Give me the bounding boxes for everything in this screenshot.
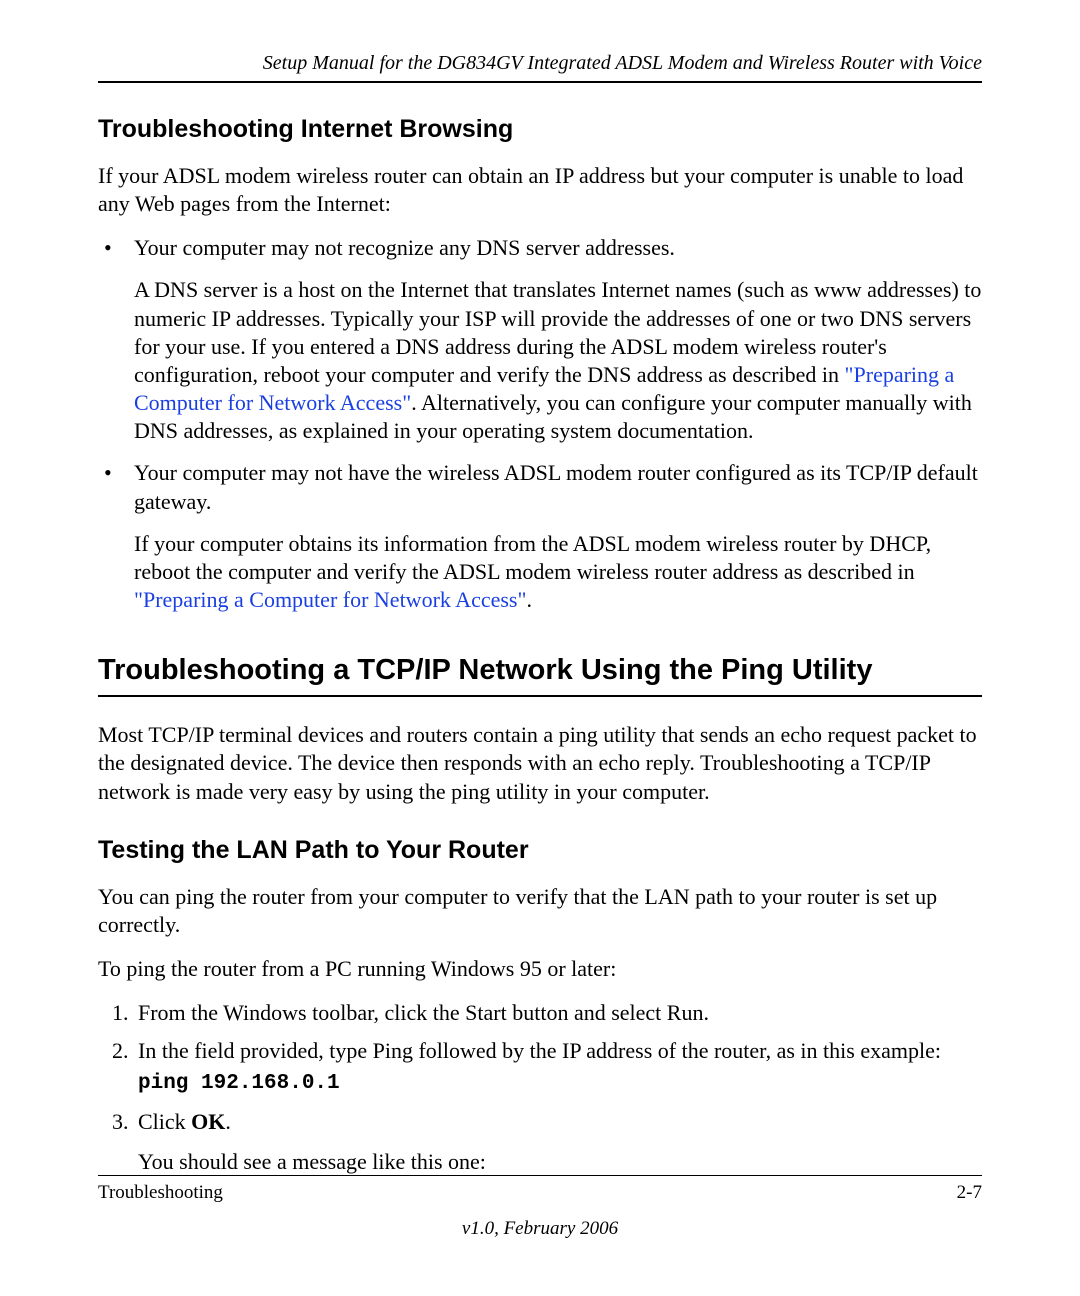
ping-command-code: ping 192.168.0.1 xyxy=(138,1071,982,1098)
detail-text-after: . xyxy=(526,587,532,612)
lan-intro-paragraph: You can ping the router from your comput… xyxy=(98,883,982,939)
bullet-dns: Your computer may not recognize any DNS … xyxy=(98,234,982,445)
footer-page-number: 2-7 xyxy=(957,1182,982,1204)
step-2: In the field provided, type Ping followe… xyxy=(134,1037,982,1098)
step-2-text: In the field provided, type Ping followe… xyxy=(138,1038,941,1063)
ordered-steps: From the Windows toolbar, click the Star… xyxy=(98,999,982,1177)
step-1: From the Windows toolbar, click the Star… xyxy=(134,999,982,1027)
page-header: Setup Manual for the DG834GV Integrated … xyxy=(98,52,982,83)
detail-text-before: If your computer obtains its information… xyxy=(134,531,931,584)
bullet-list: Your computer may not recognize any DNS … xyxy=(98,234,982,614)
step-3-detail: You should see a message like this one: xyxy=(138,1148,982,1176)
tcpip-intro-paragraph: Most TCP/IP terminal devices and routers… xyxy=(98,721,982,805)
step-3: Click OK. You should see a message like … xyxy=(134,1108,982,1176)
bullet-text: Your computer may not recognize any DNS … xyxy=(134,235,675,260)
heading-testing-lan-path: Testing the LAN Path to Your Router xyxy=(98,836,982,865)
footer-version: v1.0, February 2006 xyxy=(98,1218,982,1240)
step-3-pre: Click xyxy=(138,1109,191,1134)
bullet-detail: A DNS server is a host on the Internet t… xyxy=(134,276,982,445)
footer-line: Troubleshooting 2-7 xyxy=(98,1175,982,1204)
link-preparing-computer[interactable]: "Preparing a Computer for Network Access… xyxy=(134,587,526,612)
document-page: Setup Manual for the DG834GV Integrated … xyxy=(0,0,1080,1296)
heading-troubleshooting-internet-browsing: Troubleshooting Internet Browsing xyxy=(98,115,982,144)
page-footer: Troubleshooting 2-7 v1.0, February 2006 xyxy=(98,1175,982,1240)
bullet-gateway: Your computer may not have the wireless … xyxy=(98,459,982,614)
lan-instruction-paragraph: To ping the router from a PC running Win… xyxy=(98,955,982,983)
step-3-post: . xyxy=(225,1109,231,1134)
bullet-detail: If your computer obtains its information… xyxy=(134,530,982,614)
step-3-bold: OK xyxy=(191,1109,225,1134)
footer-section-name: Troubleshooting xyxy=(98,1182,223,1204)
heading-troubleshooting-tcpip: Troubleshooting a TCP/IP Network Using t… xyxy=(98,654,982,697)
intro-paragraph: If your ADSL modem wireless router can o… xyxy=(98,162,982,218)
bullet-text: Your computer may not have the wireless … xyxy=(134,460,978,513)
